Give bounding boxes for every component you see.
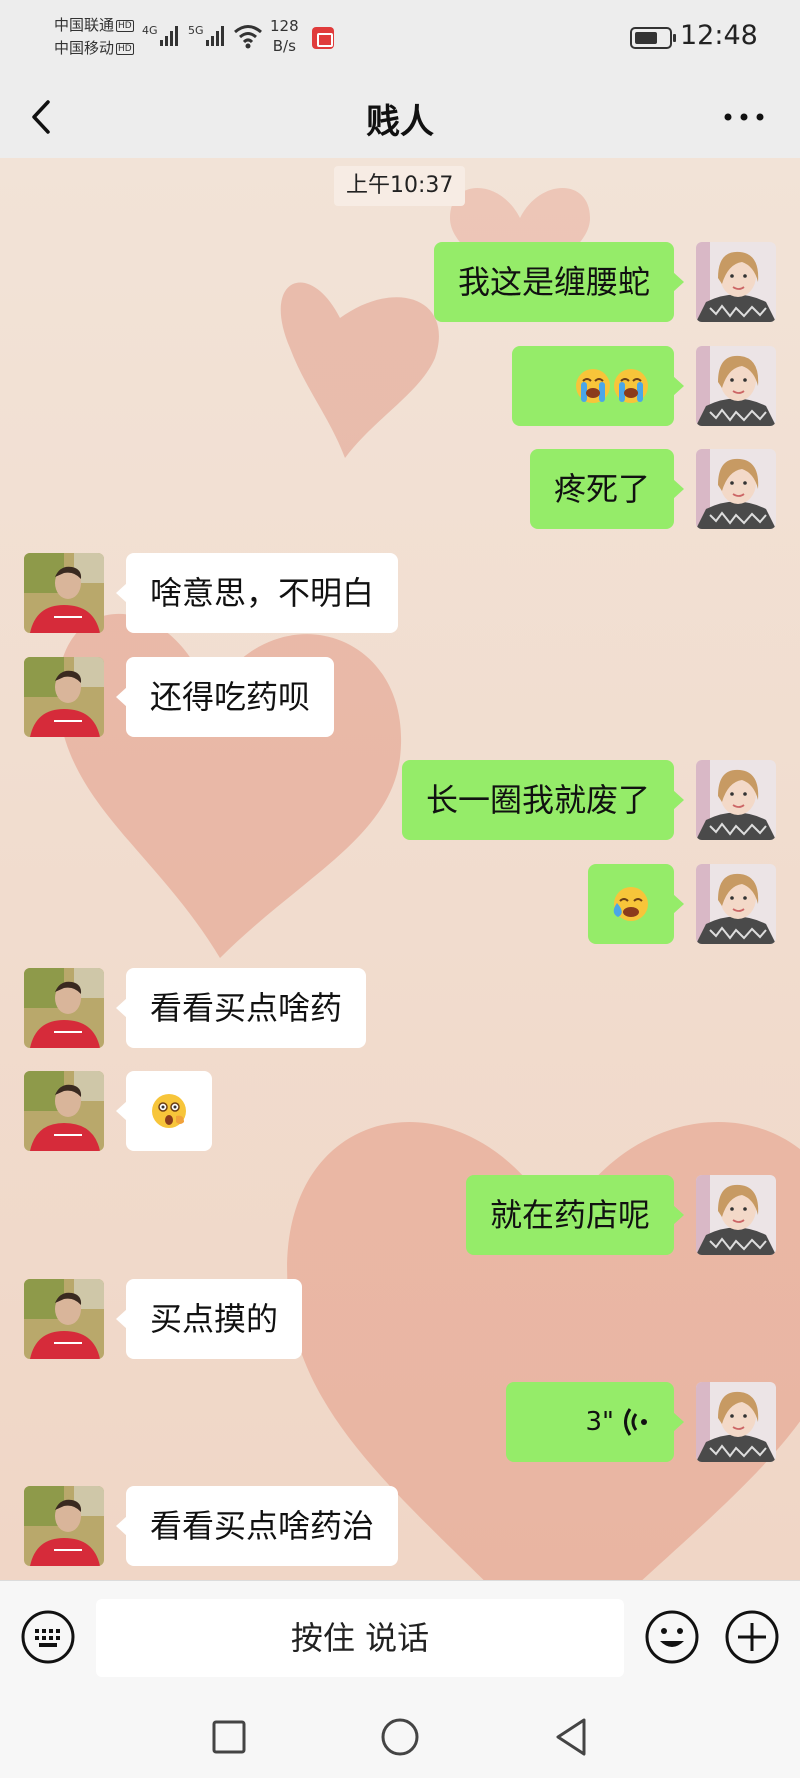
message-row: 我这是缠腰蛇 [0, 242, 800, 322]
message-row [0, 1071, 800, 1151]
loudly-crying-face-icon [536, 365, 650, 405]
speed-unit: B/s [272, 37, 296, 55]
my-avatar[interactable] [696, 760, 776, 840]
crying-face-icon [612, 883, 650, 923]
emoji-message-bubble[interactable] [512, 346, 684, 426]
message-list[interactable]: 上午10:37 我这是缠腰蛇 疼死了 啥意思，不明白 还得吃药呗 长一圈我就废了 [0, 158, 800, 1580]
signal-5g-icon: 5G [188, 24, 224, 46]
message-bubble[interactable]: 就在药店呢 [465, 1175, 685, 1255]
back-nav-button[interactable] [546, 1712, 596, 1762]
message-bubble[interactable]: 买点摸的 [115, 1279, 303, 1359]
message-row: 长一圈我就废了 [0, 760, 800, 840]
message-bubble[interactable]: 看看买点啥药治 [115, 1486, 399, 1566]
speed-value: 128 [270, 17, 299, 35]
emoji-message-bubble[interactable] [588, 864, 684, 944]
my-avatar[interactable] [696, 1175, 776, 1255]
message-row: 就在药店呢 [0, 1175, 800, 1255]
triangle-back-icon [556, 1718, 586, 1756]
voice-wave-icon [624, 1408, 647, 1436]
keyboard-toggle-button[interactable] [20, 1609, 76, 1665]
svg-text:5G: 5G [188, 24, 204, 37]
battery-icon [630, 27, 676, 49]
contact-avatar[interactable] [24, 657, 104, 737]
message-bubble[interactable]: 我这是缠腰蛇 [433, 242, 685, 322]
message-row: 3" [0, 1382, 800, 1462]
contact-avatar[interactable] [24, 968, 104, 1048]
emoji-button[interactable] [644, 1609, 700, 1665]
svg-text:4G: 4G [142, 24, 158, 37]
message-row [0, 864, 800, 944]
home-button[interactable] [375, 1712, 425, 1762]
voice-message-bubble[interactable]: 3" [506, 1382, 684, 1462]
carrier-2: 中国移动 [54, 39, 115, 57]
my-avatar[interactable] [696, 864, 776, 944]
status-time: 12:48 [680, 20, 758, 51]
voice-duration: 3" [585, 1407, 614, 1437]
smiley-icon [645, 1610, 699, 1664]
shocked-face-icon [150, 1090, 188, 1130]
message-row [0, 346, 800, 426]
message-row: 疼死了 [0, 449, 800, 529]
input-bar: 按住 说话 [0, 1580, 800, 1696]
my-avatar[interactable] [696, 242, 776, 322]
chat-header: 贱人 [0, 76, 800, 158]
hd-badge-1: HD [116, 20, 134, 32]
message-bubble[interactable]: 啥意思，不明白 [115, 553, 399, 633]
message-bubble[interactable]: 长一圈我就废了 [401, 760, 685, 840]
recent-apps-button[interactable] [204, 1712, 254, 1762]
carrier-info: 中国联通 HD 中国移动 HD [54, 14, 134, 60]
keyboard-icon [21, 1610, 75, 1664]
message-bubble[interactable]: 疼死了 [529, 449, 685, 529]
more-dots-icon [724, 113, 764, 121]
wifi-icon [234, 25, 262, 49]
my-avatar[interactable] [696, 449, 776, 529]
status-bar: 中国联通 HD 中国移动 HD 4G 5G 128 B/s 12:48 [0, 0, 800, 76]
carrier-1: 中国联通 [54, 16, 115, 34]
message-row: 还得吃药呗 [0, 657, 800, 737]
message-timestamp: 上午10:37 [334, 166, 466, 206]
my-avatar[interactable] [696, 346, 776, 426]
signal-4g-icon: 4G [142, 24, 178, 46]
my-avatar[interactable] [696, 1382, 776, 1462]
network-speed: 128 B/s [270, 16, 299, 56]
circle-icon [381, 1718, 419, 1756]
message-row: 买点摸的 [0, 1279, 800, 1359]
message-bubble[interactable]: 看看买点啥药 [115, 968, 367, 1048]
back-button[interactable] [22, 90, 76, 144]
more-button[interactable] [714, 90, 774, 144]
plus-icon [725, 1610, 779, 1664]
contact-avatar[interactable] [24, 1071, 104, 1151]
message-row: 看看买点啥药 [0, 968, 800, 1048]
chevron-left-icon [32, 100, 50, 134]
emoji-message-bubble[interactable] [116, 1071, 212, 1151]
contact-avatar[interactable] [24, 553, 104, 633]
message-row: 啥意思，不明白 [0, 553, 800, 633]
hold-to-talk-button[interactable]: 按住 说话 [96, 1599, 624, 1677]
message-bubble[interactable]: 还得吃药呗 [115, 657, 335, 737]
notification-app-icon [312, 27, 334, 49]
system-nav-bar [0, 1696, 800, 1778]
contact-avatar[interactable] [24, 1279, 104, 1359]
chat-title: 贱人 [366, 102, 434, 142]
more-actions-button[interactable] [724, 1609, 780, 1665]
hd-badge-2: HD [116, 43, 134, 55]
message-row: 看看买点啥药治 [0, 1486, 800, 1566]
contact-avatar[interactable] [24, 1486, 104, 1566]
square-icon [212, 1720, 246, 1754]
